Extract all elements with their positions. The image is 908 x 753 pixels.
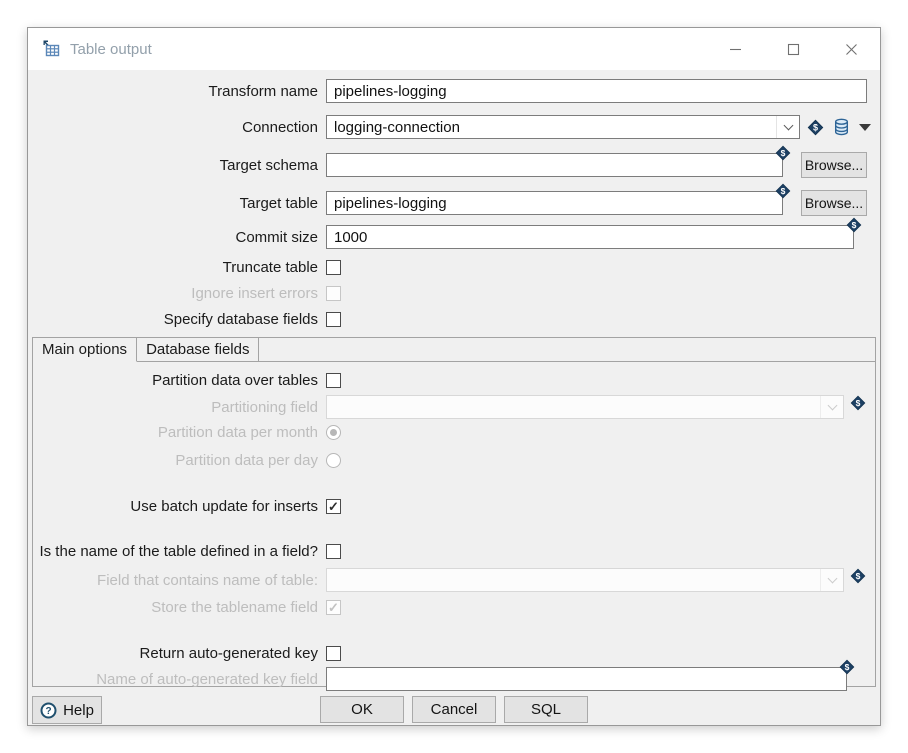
partition-per-day-radio bbox=[326, 453, 341, 468]
return-auto-key-label: Return auto-generated key bbox=[33, 645, 326, 662]
auto-key-field-name-label: Name of auto-generated key field bbox=[33, 671, 326, 688]
svg-text:$: $ bbox=[856, 398, 861, 408]
main-options-panel: Partition data over tables Partitioning … bbox=[33, 362, 875, 691]
variable-icon: $ bbox=[807, 119, 824, 136]
partition-over-tables-label: Partition data over tables bbox=[33, 372, 326, 389]
svg-text:$: $ bbox=[781, 186, 786, 196]
chevron-down-icon bbox=[827, 400, 837, 410]
sql-button[interactable]: SQL bbox=[504, 696, 588, 723]
minimize-button[interactable] bbox=[706, 28, 764, 70]
auto-key-field-name-input[interactable] bbox=[326, 667, 847, 691]
field-with-table-name-combobox bbox=[326, 568, 844, 592]
window-controls bbox=[706, 28, 880, 70]
connection-label: Connection bbox=[28, 119, 326, 136]
store-tablename-field-checkbox bbox=[326, 600, 341, 615]
titlebar: Table output bbox=[28, 28, 880, 70]
ok-button[interactable]: OK bbox=[320, 696, 404, 723]
return-auto-key-checkbox[interactable] bbox=[326, 646, 341, 661]
connection-combobox[interactable]: logging-connection bbox=[326, 115, 800, 139]
commit-size-label: Commit size bbox=[28, 229, 326, 246]
partition-per-month-radio bbox=[326, 425, 341, 440]
connection-menu-caret-icon[interactable] bbox=[859, 124, 871, 131]
field-with-table-name-label: Field that contains name of table: bbox=[33, 572, 326, 589]
table-output-dialog: Table output Transform name Connection l… bbox=[27, 27, 881, 726]
partition-per-month-label: Partition data per month bbox=[33, 424, 326, 441]
variable-icon: $ bbox=[839, 659, 855, 675]
variable-icon: $ bbox=[775, 183, 791, 199]
specify-database-fields-label: Specify database fields bbox=[28, 311, 326, 328]
svg-text:$: $ bbox=[856, 571, 861, 581]
maximize-button[interactable] bbox=[764, 28, 822, 70]
table-output-step-icon bbox=[41, 39, 61, 59]
target-schema-input[interactable] bbox=[326, 153, 783, 177]
svg-text:?: ? bbox=[46, 706, 52, 717]
transform-name-label: Transform name bbox=[28, 83, 326, 100]
variable-icon: $ bbox=[846, 217, 862, 233]
partitioning-field-combobox bbox=[326, 395, 844, 419]
browse-schema-button[interactable]: Browse... bbox=[801, 152, 867, 178]
variable-icon: $ bbox=[850, 568, 866, 584]
variable-icon: $ bbox=[775, 145, 791, 161]
options-tabfolder: Main options Database fields Partition d… bbox=[32, 337, 876, 687]
svg-text:$: $ bbox=[813, 122, 818, 132]
browse-table-button[interactable]: Browse... bbox=[801, 190, 867, 216]
chevron-down-icon bbox=[827, 573, 837, 583]
maximize-icon bbox=[787, 43, 800, 56]
close-icon bbox=[845, 43, 858, 56]
main-form: Transform name Connection logging-connec… bbox=[28, 70, 880, 328]
chevron-down-icon bbox=[783, 120, 793, 130]
database-icon[interactable] bbox=[833, 118, 850, 136]
dialog-footer: ? Help OK Cancel SQL bbox=[28, 696, 880, 724]
svg-text:$: $ bbox=[781, 148, 786, 158]
tab-main-options[interactable]: Main options bbox=[33, 338, 137, 362]
use-batch-update-checkbox[interactable] bbox=[326, 499, 341, 514]
connection-value: logging-connection bbox=[334, 119, 776, 136]
svg-text:$: $ bbox=[852, 220, 857, 230]
help-icon: ? bbox=[40, 702, 57, 719]
cancel-button[interactable]: Cancel bbox=[412, 696, 496, 723]
target-schema-label: Target schema bbox=[28, 157, 326, 174]
tab-database-fields[interactable]: Database fields bbox=[137, 338, 259, 362]
target-table-input[interactable] bbox=[326, 191, 783, 215]
ignore-insert-errors-label: Ignore insert errors bbox=[28, 285, 326, 302]
target-table-label: Target table bbox=[28, 195, 326, 212]
partitioning-field-label: Partitioning field bbox=[33, 399, 326, 416]
commit-size-input[interactable] bbox=[326, 225, 854, 249]
svg-text:$: $ bbox=[845, 662, 850, 672]
help-button[interactable]: ? Help bbox=[32, 696, 102, 724]
use-batch-update-label: Use batch update for inserts bbox=[33, 498, 326, 515]
specify-database-fields-checkbox[interactable] bbox=[326, 312, 341, 327]
transform-name-input[interactable] bbox=[326, 79, 867, 103]
variable-icon: $ bbox=[850, 395, 866, 411]
store-tablename-field-label: Store the tablename field bbox=[33, 599, 326, 616]
table-name-in-field-label: Is the name of the table defined in a fi… bbox=[33, 543, 326, 560]
table-name-in-field-checkbox[interactable] bbox=[326, 544, 341, 559]
truncate-table-label: Truncate table bbox=[28, 259, 326, 276]
ignore-insert-errors-checkbox bbox=[326, 286, 341, 301]
close-button[interactable] bbox=[822, 28, 880, 70]
window-title: Table output bbox=[70, 41, 706, 58]
truncate-table-checkbox[interactable] bbox=[326, 260, 341, 275]
partition-per-day-label: Partition data per day bbox=[33, 452, 326, 469]
minimize-icon bbox=[729, 43, 742, 56]
partition-over-tables-checkbox[interactable] bbox=[326, 373, 341, 388]
tabbar: Main options Database fields bbox=[33, 338, 875, 362]
